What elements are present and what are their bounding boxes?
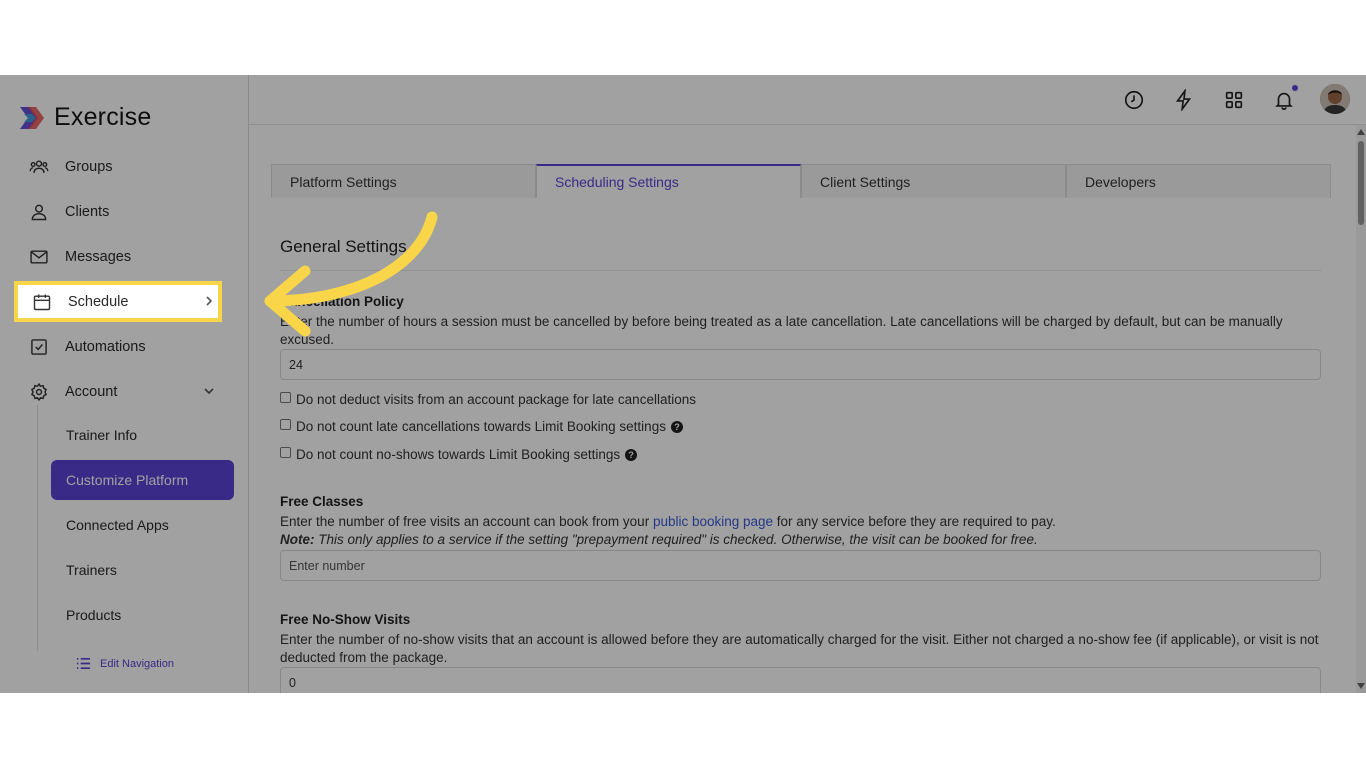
tab-label: Scheduling Settings bbox=[555, 174, 679, 190]
sidebar-item-label: Automations bbox=[65, 339, 146, 355]
tab-label: Developers bbox=[1085, 173, 1156, 190]
highlighted-schedule-content[interactable]: Schedule bbox=[20, 285, 218, 318]
checkbox-label: Do not count late cancellations towards … bbox=[296, 419, 666, 434]
top-bar bbox=[249, 75, 1366, 125]
cancellation-policy-title: Cancellation Policy bbox=[280, 294, 404, 309]
edit-navigation-link[interactable]: Edit Navigation bbox=[76, 656, 174, 671]
tab-platform-settings[interactable]: Platform Settings bbox=[271, 164, 536, 198]
note-label: Note: bbox=[280, 532, 315, 547]
submenu-guide-line bbox=[37, 405, 38, 651]
free-classes-description-text: Enter the number of free visits an accou… bbox=[280, 514, 653, 529]
clock-icon[interactable] bbox=[1123, 89, 1145, 111]
tab-label: Client Settings bbox=[820, 173, 911, 190]
sidebar-subitem-products[interactable]: Products bbox=[51, 595, 234, 635]
sidebar-item-automations[interactable]: Automations bbox=[20, 329, 220, 365]
gear-icon bbox=[29, 382, 49, 402]
app-logo[interactable]: Exercise bbox=[18, 103, 151, 132]
checkbox-no-count-late[interactable]: Do not count late cancellations towards … bbox=[280, 419, 683, 434]
notification-dot bbox=[1292, 85, 1298, 91]
cancellation-policy-description: Enter the number of hours a session must… bbox=[280, 314, 1283, 347]
free-classes-description: Enter the number of free visits an accou… bbox=[280, 513, 1320, 531]
cancellation-hours-input[interactable]: 24 bbox=[280, 349, 1321, 380]
sidebar-item-label: Groups bbox=[65, 159, 113, 175]
bell-icon[interactable] bbox=[1273, 85, 1298, 111]
sidebar-subitem-trainers[interactable]: Trainers bbox=[51, 550, 234, 590]
tab-scheduling-settings[interactable]: Scheduling Settings bbox=[536, 164, 801, 198]
sidebar: Exercise Groups Clients Messages Schedul… bbox=[0, 75, 249, 693]
sidebar-subitem-label: Customize Platform bbox=[66, 472, 189, 488]
note-text: This only applies to a service if the se… bbox=[314, 532, 1038, 547]
checkbox-no-count-noshow[interactable]: Do not count no-shows towards Limit Book… bbox=[280, 447, 638, 462]
sidebar-subitem-label: Products bbox=[66, 607, 122, 623]
sidebar-item-groups[interactable]: Groups bbox=[20, 149, 220, 185]
bolt-icon[interactable] bbox=[1173, 87, 1195, 113]
checkbox-no-deduct-late[interactable]: Do not deduct visits from an account pac… bbox=[280, 392, 696, 407]
sidebar-subitem-label: Connected Apps bbox=[66, 517, 169, 533]
sidebar-subitem-connected-apps[interactable]: Connected Apps bbox=[51, 505, 234, 545]
free-classes-title: Free Classes bbox=[280, 494, 364, 509]
edit-navigation-label: Edit Navigation bbox=[100, 657, 174, 670]
sidebar-item-clients[interactable]: Clients bbox=[20, 194, 220, 230]
list-icon bbox=[76, 657, 91, 670]
calendar-icon bbox=[32, 292, 52, 312]
free-classes-input[interactable]: Enter number bbox=[280, 550, 1321, 581]
avatar[interactable] bbox=[1320, 84, 1350, 114]
tab-developers[interactable]: Developers bbox=[1066, 164, 1331, 198]
sidebar-item-label: Account bbox=[65, 384, 118, 400]
sidebar-item-messages[interactable]: Messages bbox=[20, 239, 220, 275]
scrollbar[interactable] bbox=[1356, 125, 1366, 693]
exercise-logo-icon bbox=[20, 106, 44, 129]
chevron-right-icon bbox=[202, 294, 216, 308]
settings-tabs: Platform Settings Scheduling Settings Cl… bbox=[271, 164, 1331, 198]
help-icon[interactable]: ? bbox=[670, 420, 683, 433]
free-noshow-description: Enter the number of no-show visits that … bbox=[280, 632, 1319, 665]
scroll-thumb[interactable] bbox=[1358, 141, 1364, 225]
app-frame: Exercise Groups Clients Messages Schedul… bbox=[0, 75, 1366, 693]
sidebar-item-label: Clients bbox=[65, 204, 110, 220]
checkbox-icon bbox=[29, 337, 49, 357]
section-title: General Settings bbox=[280, 237, 407, 256]
groups-icon bbox=[29, 157, 49, 177]
free-noshow-input[interactable]: 0 bbox=[280, 667, 1321, 693]
checkbox-label: Do not count no-shows towards Limit Book… bbox=[296, 447, 621, 462]
public-booking-page-link[interactable]: public booking page bbox=[653, 514, 773, 529]
highlighted-schedule-item[interactable]: Schedule bbox=[14, 281, 222, 322]
mail-icon bbox=[29, 247, 49, 267]
chevron-down-icon[interactable] bbox=[202, 384, 216, 398]
sidebar-subitem-label: Trainers bbox=[66, 562, 117, 578]
sidebar-subitem-customize-platform[interactable]: Customize Platform bbox=[51, 460, 234, 500]
sidebar-item-account[interactable]: Account bbox=[20, 374, 220, 410]
scroll-up-icon[interactable] bbox=[1357, 129, 1365, 135]
scroll-down-icon[interactable] bbox=[1357, 683, 1365, 689]
checkbox-label: Do not deduct visits from an account pac… bbox=[296, 392, 696, 407]
checkbox[interactable] bbox=[280, 447, 291, 458]
free-noshow-title: Free No-Show Visits bbox=[280, 612, 411, 627]
free-classes-description-text: for any service before they are required… bbox=[773, 514, 1056, 529]
checkbox[interactable] bbox=[280, 392, 291, 403]
help-icon[interactable]: ? bbox=[625, 448, 638, 461]
sidebar-subitem-label: Trainer Info bbox=[66, 427, 138, 443]
tab-client-settings[interactable]: Client Settings bbox=[801, 164, 1066, 198]
sidebar-item-label: Schedule bbox=[68, 293, 129, 310]
app-name: Exercise bbox=[54, 103, 152, 131]
sidebar-item-label: Messages bbox=[65, 249, 132, 265]
divider bbox=[280, 270, 1321, 271]
free-classes-note: Note: This only applies to a service if … bbox=[280, 532, 1038, 547]
checkbox[interactable] bbox=[280, 419, 291, 430]
user-icon bbox=[29, 202, 49, 222]
main-content: Platform Settings Scheduling Settings Cl… bbox=[249, 125, 1356, 693]
apps-grid-icon[interactable] bbox=[1223, 89, 1245, 111]
tab-label: Platform Settings bbox=[290, 173, 397, 190]
sidebar-subitem-trainer-info[interactable]: Trainer Info bbox=[51, 415, 234, 455]
